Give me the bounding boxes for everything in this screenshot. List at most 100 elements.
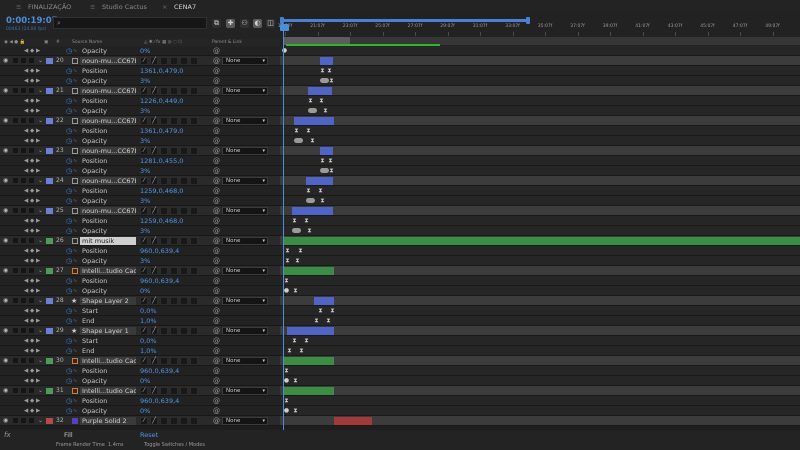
navigator-end-handle[interactable] [526, 17, 530, 24]
layer-duration-bar[interactable] [292, 207, 333, 215]
stopwatch-icon[interactable]: ◷ [66, 256, 72, 266]
layer-duration-bar[interactable] [308, 87, 332, 95]
solo-toggle[interactable] [13, 208, 18, 213]
layer-row[interactable]: ◉ ⌄ 24 noun-mu...CC67B.png ⁄╱ @None▾ [0, 176, 800, 186]
timeline-track[interactable]: ⧗ ⧗ [280, 216, 800, 226]
3d-layer-switch[interactable] [190, 207, 198, 215]
layer-name[interactable]: noun-mu...CC67B.png [80, 87, 136, 95]
pickwhip-icon[interactable]: @ [213, 86, 220, 96]
timeline-track[interactable] [280, 206, 800, 216]
solo-toggle[interactable] [13, 88, 18, 93]
keyframe-marker[interactable]: ⧗ [309, 137, 316, 144]
layer-row[interactable]: ◉ ⌄ 26 mit musik ⁄ ╱ @ None ▾ [0, 236, 800, 246]
property-row[interactable]: ◀ ◆ ▶ ◷ ∿ Opacity 3% @ ⧗ [0, 226, 800, 236]
shy-toggle[interactable] [29, 328, 34, 333]
collapse-switch[interactable]: ⁄ [140, 297, 148, 305]
graph-icon[interactable]: ∿ [73, 256, 77, 266]
adjustment-switch[interactable] [180, 177, 188, 185]
effects-switch[interactable] [160, 387, 168, 395]
solo-toggle[interactable] [13, 148, 18, 153]
graph-icon[interactable]: ∿ [73, 406, 77, 416]
parent-dropdown[interactable]: None ▾ [222, 117, 268, 125]
keyframe-navigator[interactable]: ◀ ◆ ▶ [24, 316, 40, 326]
pickwhip-icon[interactable]: @ [213, 306, 220, 316]
keyframe-marker[interactable]: ⧗ [293, 127, 300, 134]
motion-blur-switch[interactable] [170, 387, 178, 395]
motion-blur-switch[interactable] [170, 327, 178, 335]
timeline-track[interactable] [280, 266, 800, 276]
keyframe-navigator[interactable]: ◀ ◆ ▶ [24, 376, 40, 386]
expand-chevron-icon[interactable]: ⌄ [38, 146, 43, 156]
navigator-range[interactable] [280, 19, 526, 22]
keyframe-navigator[interactable]: ◀ ◆ ▶ [24, 276, 40, 286]
layer-duration-bar[interactable] [284, 267, 334, 275]
property-value[interactable]: 0% [140, 406, 150, 416]
lock-toggle[interactable] [21, 118, 26, 123]
property-row[interactable]: ◀ ◆ ▶ ◷ ∿ Position 1259,0,468,0 @ ⧗ ⧗ [0, 186, 800, 196]
keyframe-hold[interactable] [294, 138, 303, 143]
quality-switch[interactable]: ╱ [150, 357, 158, 365]
graph-icon[interactable]: ∿ [73, 286, 77, 296]
timeline-track[interactable]: ⧗ [280, 106, 800, 116]
layer-row[interactable]: ◉ ⌄ 22 noun-mu...CC67B.png ⁄╱ @None▾ [0, 116, 800, 126]
3d-layer-switch[interactable] [190, 387, 198, 395]
3d-layer-switch[interactable] [190, 117, 198, 125]
timeline-track[interactable]: ⧗ ⧗ [280, 126, 800, 136]
property-value[interactable]: 1,0% [140, 316, 157, 326]
property-value[interactable]: 1281,0,455,0 [140, 156, 183, 166]
property-row[interactable]: ◀ ◆ ▶ ◷ ∿ Opacity 3% @ ⧗ [0, 136, 800, 146]
layer-row[interactable]: ◉ ⌄ 31 Intelli...tudio Cactus.ai ⁄╱ @None▾ [0, 386, 800, 396]
effects-switch[interactable] [160, 87, 168, 95]
keyframe-dot[interactable]: ● [283, 407, 290, 414]
property-value[interactable]: 960,0,639,4 [140, 246, 179, 256]
timeline-track[interactable]: ⧗ [280, 276, 800, 286]
shy-toggle[interactable] [29, 148, 34, 153]
pickwhip-icon[interactable]: @ [213, 316, 220, 326]
label-color-swatch[interactable] [46, 118, 53, 124]
keyframe-navigator[interactable]: ◀ ◆ ▶ [24, 186, 40, 196]
keyframe-navigator[interactable]: ◀ ◆ ▶ [24, 196, 40, 206]
adjustment-switch[interactable] [180, 117, 188, 125]
stopwatch-icon[interactable]: ◷ [66, 46, 72, 56]
timeline-track[interactable]: ⧗ ⧗ [280, 336, 800, 346]
stopwatch-icon[interactable]: ◷ [66, 276, 72, 286]
eye-icon[interactable]: ◉ [3, 297, 8, 304]
stopwatch-icon[interactable]: ◷ [66, 196, 72, 206]
3d-layer-switch[interactable] [190, 87, 198, 95]
comp-flowchart-icon[interactable]: ⧉ [212, 19, 221, 28]
quality-switch[interactable]: ╱ [150, 207, 158, 215]
property-value[interactable]: 1259,0,468,0 [140, 216, 183, 226]
keyframe-marker[interactable]: ⧗ [284, 247, 291, 254]
layer-row[interactable]: ◉ ⌄ 20 noun-mu...CC67B.png ⁄╱ @None▾ [0, 56, 800, 66]
toggle-switches-modes-button[interactable]: Toggle Switches / Modes [144, 441, 205, 450]
time-ruler[interactable]: 19:07f21:07f23:07f25:07f27:07f29:07f31:0… [278, 13, 800, 46]
pickwhip-icon[interactable]: @ [213, 46, 220, 56]
lock-toggle[interactable] [21, 238, 26, 243]
eye-icon[interactable]: ◉ [3, 327, 8, 334]
timeline-track[interactable]: ⧗ ⧗ [280, 256, 800, 266]
keyframe-navigator[interactable]: ◀ ◆ ▶ [24, 226, 40, 236]
layer-duration-bar[interactable] [334, 417, 372, 425]
pickwhip-icon[interactable]: @ [213, 326, 220, 336]
effect-reset-link[interactable]: Reset [140, 430, 158, 440]
lock-toggle[interactable] [21, 178, 26, 183]
lock-toggle[interactable] [21, 328, 26, 333]
pickwhip-icon[interactable]: @ [213, 376, 220, 386]
keyframe-navigator[interactable]: ◀ ◆ ▶ [24, 346, 40, 356]
solo-toggle[interactable] [13, 298, 18, 303]
eye-icon[interactable]: ◉ [3, 237, 8, 244]
label-color-swatch[interactable] [46, 58, 53, 64]
current-time-display[interactable]: 0:00:19:07 [6, 16, 58, 26]
timeline-track[interactable]: ⧗ ⧗ [280, 186, 800, 196]
pickwhip-icon[interactable]: @ [213, 406, 220, 416]
collapse-switch[interactable]: ⁄ [140, 87, 148, 95]
keyframe-marker[interactable]: ⧗ [291, 217, 298, 224]
timeline-track[interactable] [280, 146, 800, 156]
expand-chevron-icon[interactable]: ⌄ [38, 416, 43, 426]
parent-dropdown[interactable]: None ▾ [222, 417, 268, 425]
quality-switch[interactable]: ╱ [150, 237, 158, 245]
eye-icon[interactable]: ◉ [3, 177, 8, 184]
pickwhip-icon[interactable]: @ [213, 106, 220, 116]
motion-blur-switch[interactable] [170, 57, 178, 65]
eye-icon[interactable]: ◉ [3, 387, 8, 394]
